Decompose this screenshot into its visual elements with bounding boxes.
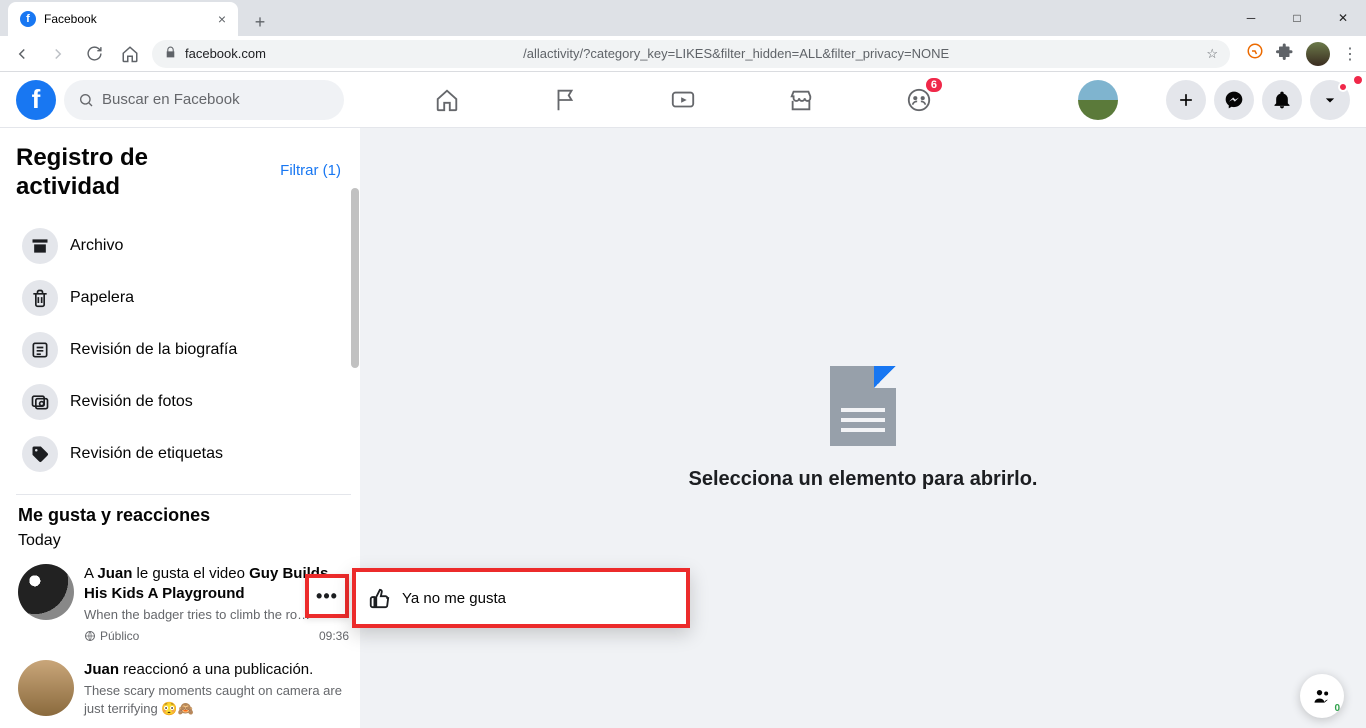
nav-pages[interactable] [510, 76, 620, 124]
context-menu-unlike[interactable]: Ya no me gusta [352, 568, 690, 628]
new-tab-button[interactable]: + [246, 8, 274, 36]
chevron-down-icon [1320, 90, 1340, 110]
sidebar-item-label: Revisión de la biografía [70, 341, 237, 359]
header-right [1078, 80, 1350, 120]
browser-tab[interactable]: f Facebook × [8, 2, 238, 36]
sidebar-item-label: Papelera [70, 289, 134, 307]
groups-icon [906, 87, 932, 113]
sidebar-item-label: Archivo [70, 237, 123, 255]
activity-avatar [18, 660, 74, 716]
close-window-button[interactable]: ✕ [1320, 0, 1366, 36]
facebook-logo-icon[interactable]: f [16, 80, 56, 120]
trash-icon [22, 280, 58, 316]
window-controls: ─ □ ✕ [1228, 0, 1366, 36]
new-message-button[interactable]: 0 [1300, 674, 1344, 718]
lock-icon [164, 46, 177, 62]
sidebar-item-timeline-review[interactable]: Revisión de la biografía [16, 324, 351, 376]
sidebar-item-trash[interactable]: Papelera [16, 272, 351, 324]
create-button[interactable] [1166, 80, 1206, 120]
nav-home[interactable] [392, 76, 502, 124]
home-button[interactable] [116, 40, 144, 68]
activity-text: Juan reaccionó a una publicación. [84, 660, 349, 680]
bookmark-star-icon[interactable]: ☆ [1206, 46, 1218, 62]
address-domain: facebook.com [185, 46, 266, 61]
empty-state-text: Selecciona un elemento para abrirlo. [688, 468, 1037, 491]
filter-link[interactable]: Filtrar (1) [280, 162, 341, 179]
sidebar-item-label: Revisión de etiquetas [70, 445, 223, 463]
home-icon [434, 87, 460, 113]
people-icon [1312, 686, 1332, 706]
sidebar-item-archive[interactable]: Archivo [16, 220, 351, 272]
sidebar: Registro de actividad Filtrar (1) Archiv… [0, 128, 360, 728]
section-likes-reactions: Me gusta y reacciones [18, 505, 351, 526]
browser-toolbar: facebook.com /allactivity/?category_key=… [0, 36, 1366, 72]
marketplace-icon [788, 87, 814, 113]
activity-item[interactable]: Juan reaccionó a una publicación. These … [16, 654, 351, 727]
facebook-header: f Buscar en Facebook 6 [0, 72, 1366, 128]
search-icon [78, 92, 94, 108]
nav-marketplace[interactable] [746, 76, 856, 124]
divider [16, 494, 351, 495]
extensions-puzzle-icon[interactable] [1276, 42, 1294, 65]
plus-icon [1176, 90, 1196, 110]
sidebar-item-tag-review[interactable]: Revisión de etiquetas [16, 428, 351, 480]
chrome-menu-icon[interactable]: ⋮ [1342, 44, 1358, 64]
sidebar-item-label: Revisión de fotos [70, 393, 193, 411]
forward-button[interactable] [44, 40, 72, 68]
privacy-label: Público [100, 628, 139, 644]
activity-item[interactable]: A Juan le gusta el video Guy Builds His … [16, 558, 351, 654]
search-input[interactable]: Buscar en Facebook [64, 80, 344, 120]
day-label: Today [18, 532, 351, 550]
maximize-button[interactable]: □ [1274, 0, 1320, 36]
activity-description: These scary moments caught on camera are… [84, 682, 349, 717]
empty-document-icon [830, 366, 896, 446]
browser-tab-strip: f Facebook × + ─ □ ✕ [0, 0, 1366, 36]
notification-dot-icon [1338, 82, 1348, 92]
activity-time: 09:36 [319, 628, 349, 644]
nav-watch[interactable] [628, 76, 738, 124]
notifications-button[interactable] [1262, 80, 1302, 120]
messenger-icon [1224, 90, 1244, 110]
like-icon [368, 587, 390, 609]
back-button[interactable] [8, 40, 36, 68]
globe-icon [84, 630, 96, 642]
close-tab-icon[interactable]: × [218, 11, 226, 27]
photo-review-icon [22, 384, 58, 420]
address-bar[interactable]: facebook.com /allactivity/?category_key=… [152, 40, 1230, 68]
messenger-button[interactable] [1214, 80, 1254, 120]
account-menu-button[interactable] [1310, 80, 1350, 120]
reload-button[interactable] [80, 40, 108, 68]
scroll-indicator-dot [1354, 76, 1362, 84]
groups-badge: 6 [926, 78, 942, 92]
activity-options-button[interactable]: ••• [305, 574, 349, 618]
watch-icon [670, 87, 696, 113]
facebook-favicon-icon: f [20, 11, 36, 27]
timeline-review-icon [22, 332, 58, 368]
minimize-button[interactable]: ─ [1228, 0, 1274, 36]
flag-icon [552, 87, 578, 113]
context-menu-label: Ya no me gusta [402, 590, 506, 607]
main-panel: Selecciona un elemento para abrirlo. [360, 128, 1366, 728]
top-nav: 6 [392, 76, 974, 124]
nav-groups[interactable]: 6 [864, 76, 974, 124]
user-avatar[interactable] [1078, 80, 1118, 120]
activity-avatar [18, 564, 74, 620]
profile-avatar-icon[interactable] [1306, 42, 1330, 66]
archive-icon [22, 228, 58, 264]
sidebar-item-photo-review[interactable]: Revisión de fotos [16, 376, 351, 428]
page-title: Registro de actividad [16, 144, 236, 202]
address-path: /allactivity/?category_key=LIKES&filter_… [274, 46, 1198, 61]
tag-icon [22, 436, 58, 472]
bell-icon [1272, 90, 1292, 110]
extension-icon[interactable] [1246, 42, 1264, 65]
new-message-count: 0 [1334, 703, 1340, 714]
tab-title: Facebook [44, 12, 97, 26]
search-placeholder: Buscar en Facebook [102, 91, 240, 108]
